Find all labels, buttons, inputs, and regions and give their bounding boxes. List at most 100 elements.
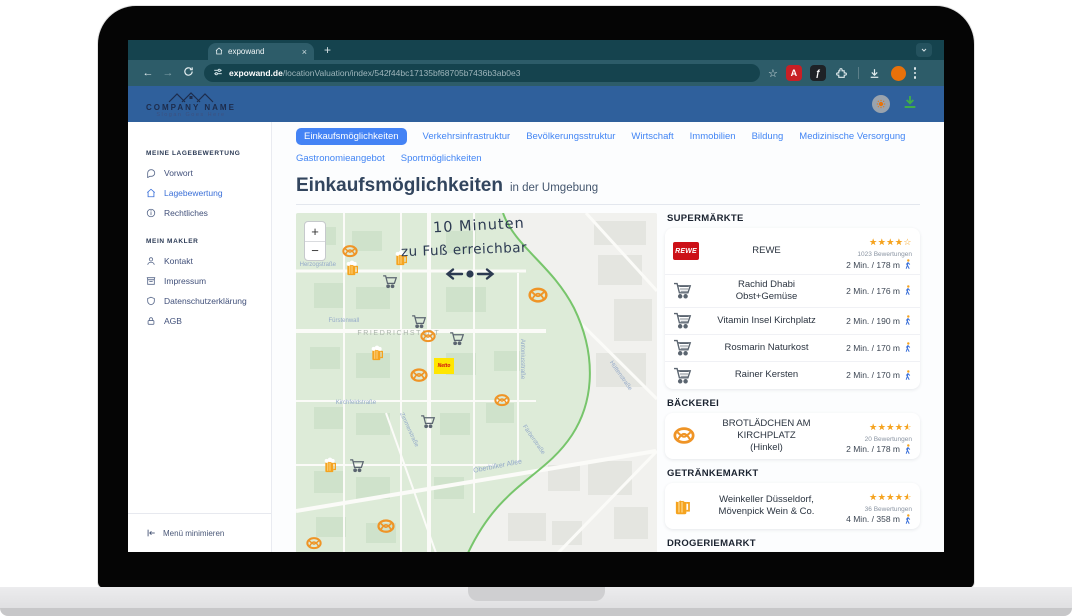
category-tabs-row1: Einkaufsmöglichkeiten Verkehrsinfrastruk… [296, 128, 920, 145]
download-report-button[interactable] [902, 94, 918, 115]
new-tab-button[interactable]: + [324, 43, 331, 58]
sidebar-item-kontakt[interactable]: Kontakt [146, 256, 271, 266]
fonts-extension-icon[interactable]: ƒ [810, 65, 826, 81]
map-marker-beer[interactable] [323, 458, 337, 479]
browser-menu-icon[interactable] [914, 67, 917, 79]
map-marker-pretzel[interactable] [410, 368, 428, 388]
poi-distance: 2 Min. / 178 m [846, 444, 900, 454]
sidebar-item-rechtliches[interactable]: Rechtliches [146, 208, 271, 218]
beverage-card: Weinkeller Düsseldorf,Mövenpick Wein & C… [665, 483, 920, 529]
browser-tab[interactable]: expowand × [208, 43, 314, 60]
home-icon [215, 47, 223, 57]
collapse-arrow-icon [146, 528, 156, 538]
sun-icon [876, 99, 886, 109]
poi-row-rainer-kersten[interactable]: Rainer Kersten 2 Min. / 170 m [665, 362, 920, 389]
browser-window: expowand × + ← → expowand.de/locationVal… [128, 40, 944, 552]
poi-row-brotlaedchen[interactable]: BROTLÄDCHEN AM KIRCHPLATZ(Hinkel) ☆☆☆☆☆★… [665, 413, 920, 459]
tab-bildung[interactable]: Bildung [752, 128, 784, 145]
poi-row-rewe[interactable]: REWE REWE ☆☆☆☆☆★★★★★ 1023 Bewertungen 2 … [665, 228, 920, 275]
tab-wirtschaft[interactable]: Wirtschaft [631, 128, 673, 145]
url-path: /locationValuation/index/542f44bc17135bf… [283, 68, 521, 78]
page-title: Einkaufsmöglichkeiten [296, 175, 503, 197]
bakery-card: BROTLÄDCHEN AM KIRCHPLATZ(Hinkel) ☆☆☆☆☆★… [665, 413, 920, 459]
downloads-icon[interactable] [867, 65, 883, 81]
review-count: 20 Bewertungen [824, 436, 912, 443]
poi-name: Weinkeller Düsseldorf, [719, 494, 814, 505]
poi-distance: 2 Min. / 170 m [846, 370, 900, 380]
sidebar-section-lagebewertung: MEINE LAGEBEWERTUNG [146, 150, 271, 157]
map-marker-beer[interactable] [370, 345, 384, 366]
sidebar-item-vorwort[interactable]: Vorwort [146, 168, 271, 178]
person-icon [146, 256, 156, 266]
toolbar-divider [858, 67, 859, 79]
poi-distance: 2 Min. / 176 m [846, 286, 900, 296]
map-marker-pretzel[interactable] [306, 537, 322, 552]
sidebar-item-impressum[interactable]: Impressum [146, 276, 271, 286]
sidebar-item-lagebewertung[interactable]: Lagebewertung [146, 188, 271, 198]
tab-sportmoeglichkeiten[interactable]: Sportmöglichkeiten [401, 150, 482, 167]
zoom-in-button[interactable]: + [305, 222, 325, 242]
reload-button[interactable] [178, 66, 198, 80]
section-title-drogeriemarkt: DROGERIEMARKT [667, 538, 920, 549]
map-marker-cart[interactable] [449, 331, 464, 350]
map-marker-netto[interactable]: Netto [434, 358, 454, 374]
street-label: Kirchfeldstraße [336, 400, 376, 406]
house-icon [146, 188, 156, 198]
poi-distance: 2 Min. / 178 m [846, 260, 900, 270]
section-title-baeckerei: BÄCKEREI [667, 398, 920, 409]
tab-bevoelkerungsstruktur[interactable]: Bevölkerungsstruktur [526, 128, 615, 145]
profile-avatar[interactable] [891, 66, 906, 81]
map-marker-pretzel[interactable] [528, 287, 548, 309]
adobe-extension-icon[interactable]: A [786, 65, 802, 81]
poi-name: Rainer Kersten [709, 369, 824, 381]
poi-row-rosmarin[interactable]: Rosmarin Naturkost 2 Min. / 170 m [665, 335, 920, 362]
laptop-base [0, 587, 1072, 608]
theme-toggle-button[interactable] [872, 95, 890, 113]
poi-row-weinkeller[interactable]: Weinkeller Düsseldorf,Mövenpick Wein & C… [665, 483, 920, 529]
tab-list-chevron-button[interactable] [916, 43, 932, 57]
map-marker-beer[interactable] [345, 260, 359, 281]
forward-button[interactable]: → [158, 67, 178, 79]
sidebar-item-label: Vorwort [164, 168, 193, 178]
site-settings-icon[interactable] [213, 64, 223, 82]
tab-verkehrsinfrastruktur[interactable]: Verkehrsinfrastruktur [423, 128, 511, 145]
map-marker-cart[interactable] [420, 414, 435, 433]
poi-name: Rosmarin Naturkost [709, 342, 824, 354]
map-marker-pretzel[interactable] [420, 330, 436, 348]
tab-immobilien[interactable]: Immobilien [690, 128, 736, 145]
collapse-label: Menü minimieren [163, 529, 224, 538]
poi-distance: 2 Min. / 190 m [846, 316, 900, 326]
poi-distance: 2 Min. / 170 m [846, 343, 900, 353]
poi-name: REWE [709, 245, 824, 257]
cart-icon [673, 312, 692, 329]
map-canvas[interactable]: Herzogstraße Fürstenwall FRIEDRICHSTADT … [296, 213, 657, 552]
back-button[interactable]: ← [138, 67, 158, 79]
tab-close-icon[interactable]: × [302, 47, 307, 57]
company-slogan: Slogan Goes Here [156, 112, 225, 118]
sidebar-item-agb[interactable]: AGB [146, 316, 271, 326]
url-bar[interactable]: expowand.de/locationValuation/index/542f… [204, 64, 760, 82]
street-label: Fürstenwall [328, 318, 359, 324]
walking-person-icon [904, 259, 912, 270]
bookmark-star-icon[interactable]: ☆ [768, 67, 778, 80]
tab-medizinische-versorgung[interactable]: Medizinische Versorgung [799, 128, 905, 145]
walking-person-icon [904, 514, 912, 525]
map-marker-pretzel[interactable] [494, 394, 510, 412]
zoom-out-button[interactable]: − [305, 242, 325, 261]
extensions-puzzle-icon[interactable] [834, 65, 850, 81]
rewe-logo: REWE [673, 242, 699, 260]
rooftops-icon [168, 91, 214, 103]
url-text: expowand.de/locationValuation/index/542f… [229, 68, 520, 78]
storefront-icon [146, 276, 156, 286]
map-marker-pretzel[interactable] [377, 519, 395, 539]
poi-row-rachid-dhabi[interactable]: Rachid Dhabi Obst+Gemüse 2 Min. / 176 m [665, 275, 920, 308]
tab-einkaufsmoeglichkeiten[interactable]: Einkaufsmöglichkeiten [296, 128, 407, 145]
menu-collapse-button[interactable]: Menü minimieren [146, 528, 271, 538]
laptop-hinge-notch [468, 587, 605, 601]
map-marker-cart[interactable] [350, 459, 365, 478]
tab-gastronomieangebot[interactable]: Gastronomieangebot [296, 150, 385, 167]
poi-row-vitamin-insel[interactable]: Vitamin Insel Kirchplatz 2 Min. / 190 m [665, 308, 920, 335]
street-label: Herzogstraße [300, 262, 336, 268]
map-marker-cart[interactable] [382, 275, 397, 294]
sidebar-item-datenschutz[interactable]: Datenschutzerklärung [146, 296, 271, 306]
